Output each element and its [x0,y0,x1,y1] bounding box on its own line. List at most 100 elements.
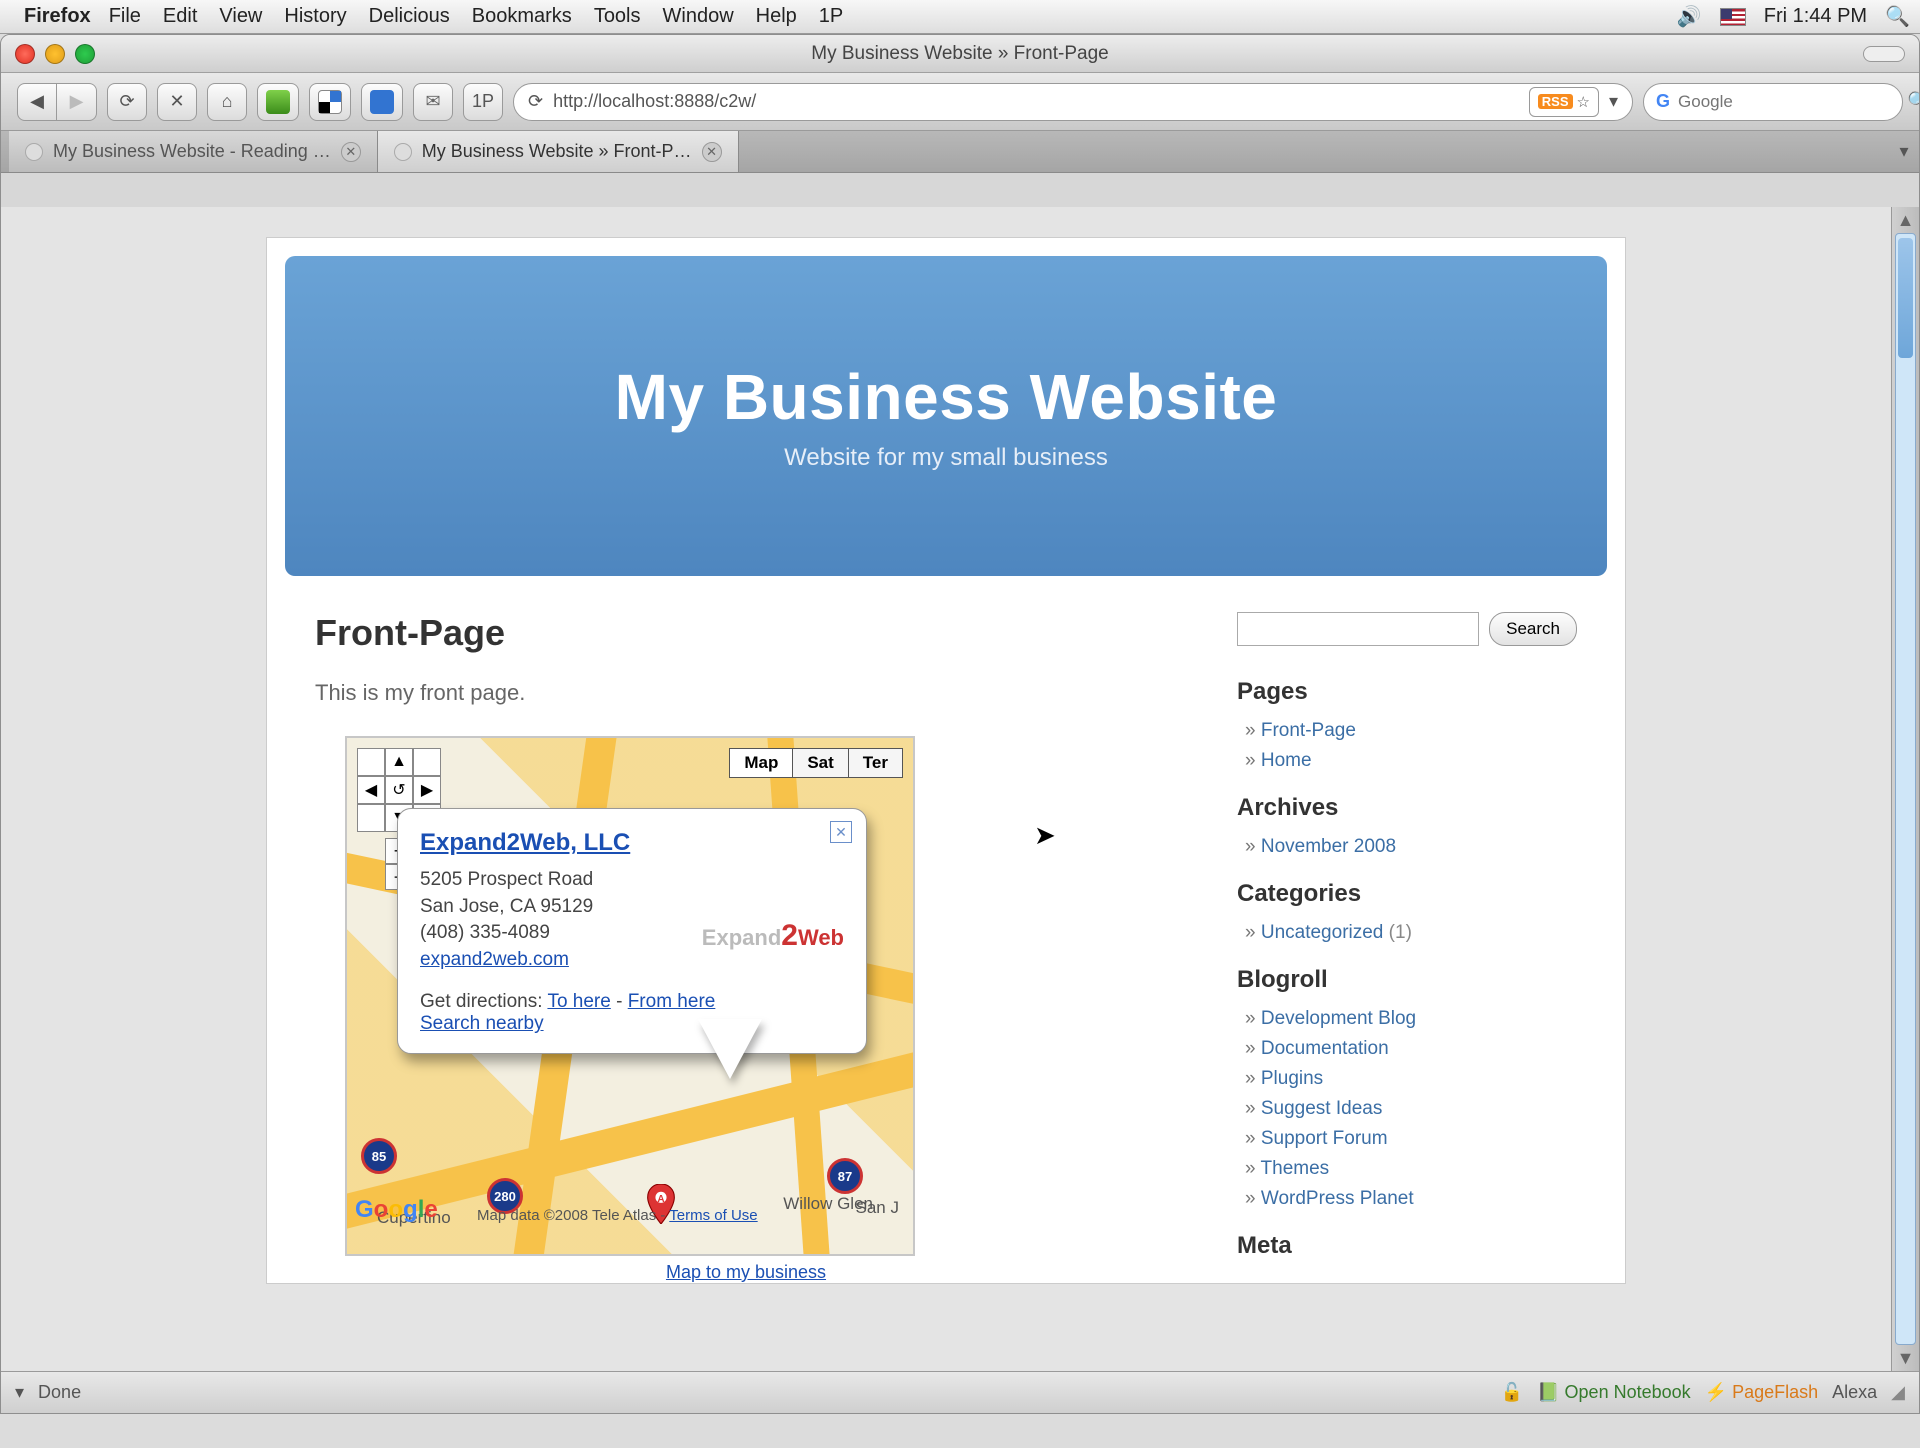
open-notebook-button[interactable]: 📗 Open Notebook [1537,1382,1691,1403]
onepassword-button[interactable]: 1P [463,83,503,121]
sidebar-search-input[interactable] [1237,612,1479,646]
pan-reset-button[interactable]: ↺ [385,776,413,804]
post-body: This is my front page. [315,680,1177,706]
stop-button[interactable]: ✕ [157,83,197,121]
google-logo: Google [355,1196,438,1224]
bubble-close-icon[interactable]: ✕ [830,821,852,843]
delicious-icon [318,90,342,114]
map-caption-link[interactable]: Map to my business [315,1262,1177,1283]
window-titlebar[interactable]: My Business Website » Front-Page [1,35,1919,73]
tab-1[interactable]: My Business Website » Front-P… ✕ [378,131,739,172]
sidebar-heading-blogroll: Blogroll [1237,966,1577,994]
sidebar-link-archive[interactable]: November 2008 [1245,832,1577,862]
menu-edit[interactable]: Edit [163,5,197,28]
reload-button[interactable]: ⟳ [107,83,147,121]
sidebar-link-blogroll[interactable]: Plugins [1245,1064,1577,1094]
pan-up-button[interactable]: ▲ [385,748,413,776]
search-nearby-link[interactable]: Search nearby [420,1013,544,1034]
menu-help[interactable]: Help [756,5,797,28]
sidebar-link-category[interactable]: Uncategorized (1) [1245,918,1577,948]
menu-file[interactable]: File [109,5,141,28]
scroll-track[interactable] [1895,233,1916,1345]
delicious-button[interactable] [309,83,351,121]
directions-row: Get directions: To here - From here Sear… [420,991,844,1035]
pan-right-button[interactable]: ▶ [413,776,441,804]
resize-grip-icon[interactable]: ◢ [1891,1382,1905,1403]
url-bar[interactable]: ⟳ RSS ☆ ▾ [513,83,1633,121]
url-dropdown-icon[interactable]: ▾ [1609,91,1618,112]
tab-label: My Business Website - Reading … [53,141,331,162]
menubar-clock[interactable]: Fri 1:44 PM [1764,5,1867,28]
rss-button[interactable]: RSS [1538,94,1573,109]
home-button[interactable]: ⌂ [207,83,247,121]
app-name[interactable]: Firefox [24,5,91,28]
map-type-sat[interactable]: Sat [793,748,848,778]
menu-bookmarks[interactable]: Bookmarks [472,5,572,28]
pan-left-button[interactable]: ◀ [357,776,385,804]
sidebar-heading-pages: Pages [1237,678,1577,706]
site-title[interactable]: My Business Website [615,360,1278,434]
browser-search-input[interactable] [1678,92,1899,112]
volume-icon[interactable]: 🔊 [1677,4,1702,29]
menu-1password[interactable]: 1P [819,5,843,28]
flag-icon[interactable] [1720,8,1746,26]
status-text: Done [38,1382,81,1403]
vertical-scrollbar[interactable]: ▲ ▼ [1891,207,1919,1371]
site-identity-icon[interactable]: ⟳ [528,91,543,112]
status-menu-icon[interactable]: ▾ [15,1382,24,1403]
nav-buttons: ◀ ▶ [17,83,97,121]
sidebar-toggle-button[interactable] [361,83,403,121]
stumbleupon-button[interactable] [257,83,299,121]
map-type-ter[interactable]: Ter [849,748,903,778]
post-title: Front-Page [315,612,1177,654]
sidebar-link-blogroll[interactable]: Suggest Ideas [1245,1094,1577,1124]
alexa-indicator[interactable]: Alexa [1832,1382,1877,1403]
sidebar-link-blogroll[interactable]: Themes [1245,1154,1577,1184]
svg-text:A: A [657,1194,664,1205]
spotlight-icon[interactable]: 🔍 [1885,4,1910,29]
directions-from-here-link[interactable]: From here [628,991,716,1012]
sidebar-link-blogroll[interactable]: Development Blog [1245,1004,1577,1034]
back-button[interactable]: ◀ [17,83,57,121]
scroll-down-icon[interactable]: ▼ [1892,1345,1919,1371]
scroll-thumb[interactable] [1898,238,1913,358]
sidebar-link-home[interactable]: Home [1245,746,1577,776]
map-type-map[interactable]: Map [729,748,793,778]
mail-button[interactable]: ✉ [413,83,453,121]
tab-0[interactable]: My Business Website - Reading … ✕ [9,131,378,172]
menu-history[interactable]: History [284,5,346,28]
sidebar-link-front-page[interactable]: Front-Page [1245,716,1577,746]
search-engine-icon[interactable]: G [1656,91,1670,112]
bookmark-star-icon[interactable]: ☆ [1577,93,1590,111]
pageflash-indicator[interactable]: ⚡ PageFlash [1705,1382,1818,1403]
interstate-shield-icon: 85 [361,1138,397,1174]
sidebar-search-button[interactable]: Search [1489,612,1577,646]
browser-search-box[interactable]: G 🔍 [1643,83,1903,121]
search-go-icon[interactable]: 🔍 [1907,91,1920,112]
menu-delicious[interactable]: Delicious [369,5,450,28]
business-name-link[interactable]: Expand2Web, LLC [420,829,844,857]
tab-close-icon[interactable]: ✕ [341,142,361,162]
menu-window[interactable]: Window [663,5,734,28]
city-label: Willow Glen [783,1194,873,1214]
scroll-up-icon[interactable]: ▲ [1892,207,1919,233]
map-type-switch: Map Sat Ter [729,748,903,778]
sidebar-link-blogroll[interactable]: Support Forum [1245,1124,1577,1154]
tab-close-icon[interactable]: ✕ [702,142,722,162]
sidebar-link-blogroll[interactable]: Documentation [1245,1034,1577,1064]
browser-window: My Business Website » Front-Page ◀ ▶ ⟳ ✕… [0,34,1920,1414]
menu-tools[interactable]: Tools [594,5,641,28]
tab-overflow-icon[interactable]: ▾ [1889,131,1919,172]
window-title: My Business Website » Front-Page [1,43,1919,65]
google-map[interactable]: 85 280 87 Cupertino San J Willow Glen ▲ … [345,736,915,1256]
directions-to-here-link[interactable]: To here [547,991,610,1012]
forward-button[interactable]: ▶ [57,83,97,121]
url-input[interactable] [553,91,1519,112]
status-bar: ▾ Done 🔓 📗 Open Notebook ⚡ PageFlash Ale… [1,1371,1919,1413]
menu-view[interactable]: View [219,5,262,28]
terms-link[interactable]: Terms of Use [669,1207,757,1224]
status-secure-icon[interactable]: 🔓 [1501,1382,1523,1403]
business-website-link[interactable]: expand2web.com [420,949,569,970]
page-scroll[interactable]: My Business Website Website for my small… [1,207,1891,1371]
sidebar-link-blogroll[interactable]: WordPress Planet [1245,1184,1577,1214]
